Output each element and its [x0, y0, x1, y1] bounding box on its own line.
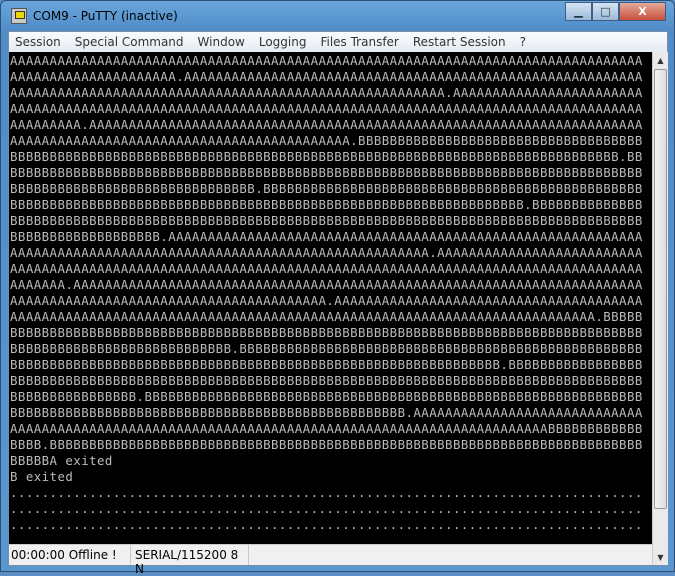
terminal-line: BBBBBBBBBBBBBBBBBBBBBBBBBBBBBBBBBBBBBBBB… — [10, 213, 643, 228]
status-bar: 00:00:00 Offline ! SERIAL/115200 8 N — [9, 544, 652, 576]
terminal-line: B exited — [10, 469, 74, 484]
terminal-line: AAAAAAAAAAAAAAAAAAAAAAAAAAAAAAAAAAAAAAAA… — [10, 133, 643, 148]
menu-help[interactable]: ? — [520, 35, 526, 49]
terminal-line: BBBBBBBBBBBBBBBBBBBBBBBBBBBBBBBBBBBBBBBB… — [10, 149, 643, 164]
menu-files-transfer[interactable]: Files Transfer — [320, 35, 398, 49]
terminal-line: AAAAAAAAAAAAAAAAAAAAAAAAAAAAAAAAAAAAAAAA… — [10, 309, 643, 324]
terminal-line: BBBBBBBBBBBBBBBBBBBBBBBBBBBBBBBBBBBBBBBB… — [10, 325, 643, 340]
terminal-line: ........................................… — [10, 517, 643, 532]
menu-bar: Session Special Command Window Logging F… — [9, 32, 667, 52]
status-time: 00:00:00 Offline ! — [9, 545, 131, 565]
status-connection: SERIAL/115200 8 N — [131, 545, 249, 576]
terminal-line: BBBBBBBBBBBBBBBBBBBBBBBBBBBBBBBBBBBBBBBB… — [10, 165, 643, 180]
scroll-up-arrow-icon[interactable]: ▲ — [653, 52, 668, 68]
terminal-line: AAAAAAAAAAAAAAAAAAAAAAAAAAAAAAAAAAAAAAAA… — [10, 261, 643, 276]
window-title: COM9 - PuTTY (inactive) — [33, 9, 178, 23]
title-bar: COM9 - PuTTY (inactive) — [11, 6, 178, 26]
putty-window: COM9 - PuTTY (inactive) ▁ □ X Session Sp… — [0, 0, 675, 576]
terminal-line: AAAAAAAAAAAAAAAAAAAAAAAAAAAAAAAAAAAAAAAA… — [10, 293, 643, 308]
menu-window[interactable]: Window — [198, 35, 245, 49]
terminal-line: ........................................… — [10, 501, 643, 516]
terminal-line: BBBBBBBBBBBBBBBB.BBBBBBBBBBBBBBBBBBBBBBB… — [10, 389, 643, 404]
terminal-line: AAAAAAAAAAAAAAAAAAAAAAAAAAAAAAAAAAAAAAAA… — [10, 101, 643, 116]
terminal-line: BBBBBBBBBBBBBBBBBBBBBBBBBBBBBBB.BBBBBBBB… — [10, 181, 643, 196]
menu-logging[interactable]: Logging — [259, 35, 307, 49]
minimize-button[interactable]: ▁ — [565, 2, 592, 21]
terminal-line: AAAAAAAAAAAAAAAAAAAAAAAAAAAAAAAAAAAAAAAA… — [10, 53, 643, 68]
terminal-line: AAAAAAAAAAAAAAAAAAAAAAAAAAAAAAAAAAAAAAAA… — [10, 245, 643, 260]
terminal-line: BBBBBBBBBBBBBBBBBBBBBBBBBBBBBBBBBBBBBBBB… — [10, 197, 643, 212]
menu-session[interactable]: Session — [15, 35, 61, 49]
terminal-line: BBBB.BBBBBBBBBBBBBBBBBBBBBBBBBBBBBBBBBBB… — [10, 437, 643, 452]
terminal-line: ........................................… — [10, 485, 643, 500]
terminal-line: AAAAAAAAAAAAAAAAAAAAAAAAAAAAAAAAAAAAAAAA… — [10, 85, 643, 100]
terminal-line: BBBBBBBBBBBBBBBBBBB.AAAAAAAAAAAAAAAAAAAA… — [10, 229, 643, 244]
terminal-line: AAAAAAAAAAAAAAAAAAAAAAAAAAAAAAAAAAAAAAAA… — [10, 421, 643, 436]
putty-app-icon[interactable] — [11, 8, 27, 24]
terminal-output[interactable]: AAAAAAAAAAAAAAAAAAAAAAAAAAAAAAAAAAAAAAAA… — [9, 52, 652, 544]
terminal-line: BBBBBBBBBBBBBBBBBBBBBBBBBBBBBBBBBBBBBBBB… — [10, 405, 643, 420]
scrollbar-thumb[interactable] — [654, 69, 667, 509]
vertical-scrollbar[interactable]: ▲ ▼ — [652, 52, 668, 565]
terminal-line: BBBBBBBBBBBBBBBBBBBBBBBBBBBB.BBBBBBBBBBB… — [10, 341, 643, 356]
terminal-line: AAAAAAAAA.AAAAAAAAAAAAAAAAAAAAAAAAAAAAAA… — [10, 117, 643, 132]
scroll-down-arrow-icon[interactable]: ▼ — [653, 549, 668, 565]
terminal-line: BBBBBBBBBBBBBBBBBBBBBBBBBBBBBBBBBBBBBBBB… — [10, 373, 643, 388]
terminal-line: AAAAAAA.AAAAAAAAAAAAAAAAAAAAAAAAAAAAAAAA… — [10, 277, 643, 292]
terminal-line: BBBBBBBBBBBBBBBBBBBBBBBBBBBBBBBBBBBBBBBB… — [10, 357, 643, 372]
close-button[interactable]: X — [619, 2, 666, 21]
terminal-line: BBBBBA exited — [10, 453, 113, 468]
menu-special-command[interactable]: Special Command — [75, 35, 184, 49]
terminal-line: AAAAAAAAAAAAAAAAAAAAA.AAAAAAAAAAAAAAAAAA… — [10, 69, 643, 84]
maximize-button[interactable]: □ — [592, 2, 619, 21]
menu-restart-session[interactable]: Restart Session — [413, 35, 506, 49]
